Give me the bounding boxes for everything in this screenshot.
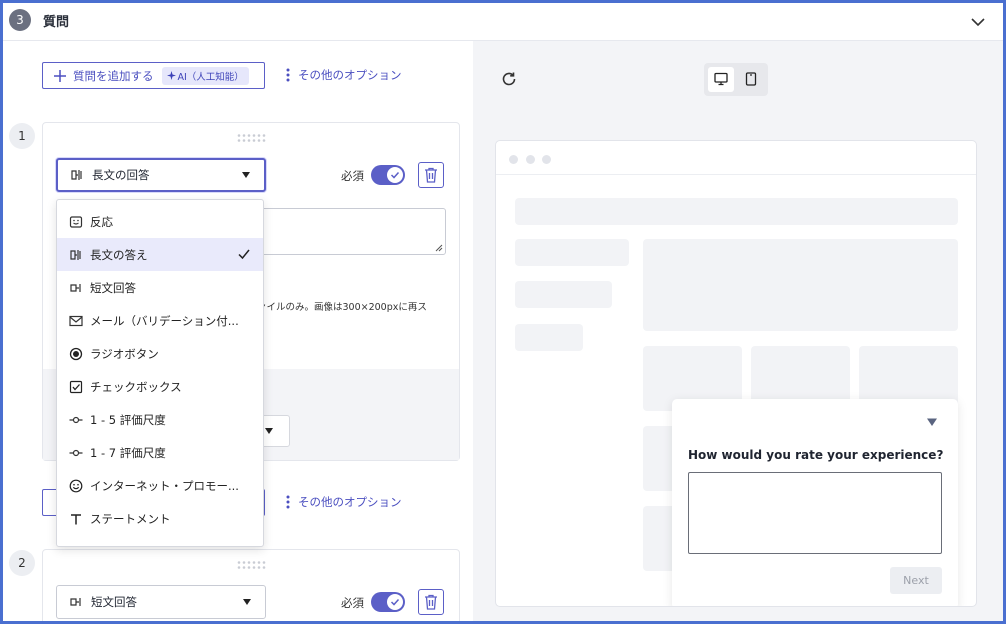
check-icon	[390, 171, 400, 179]
question-type-label: 長文の回答	[92, 168, 150, 182]
dropdown-item-label: 長文の答え	[90, 247, 148, 262]
dropdown-item-short-text[interactable]: 短文回答	[57, 271, 263, 304]
question-number-badge-2: 2	[9, 550, 35, 576]
long-text-icon	[71, 170, 82, 180]
dropdown-item-label: メール（バリデーション付...	[90, 313, 239, 328]
resize-grip-icon[interactable]	[435, 244, 443, 252]
skeleton-block	[515, 324, 583, 351]
long-text-icon	[70, 249, 81, 260]
question-type-select[interactable]: 長文の回答	[56, 158, 266, 192]
question-type-label-2: 短文回答	[91, 595, 137, 609]
add-question-label: 質問を追加する	[73, 68, 154, 83]
browser-mockup: How would you rate your experience? Next	[495, 140, 977, 607]
more-options-label: その他のオプション	[298, 68, 402, 82]
dropdown-item-nps[interactable]: インターネット・プロモー...	[57, 469, 263, 502]
image-helper-text: ァイルのみ。画像は300×200pxに再ス	[257, 302, 427, 313]
preview-panel: How would you rate your experience? Next	[473, 41, 1003, 621]
chevron-down-icon[interactable]	[969, 13, 987, 31]
check-icon	[390, 598, 400, 606]
dropdown-item-email[interactable]: メール（バリデーション付...	[57, 304, 263, 337]
dropdown-item-rating-5[interactable]: 1 - 5 評価尺度	[57, 403, 263, 436]
app-frame: 3 質問 質問を追加する AI（人工知能） その他のオプション 1 長文の回答 …	[0, 0, 1006, 624]
trash-icon	[425, 594, 437, 610]
device-toggle	[704, 63, 768, 96]
step-number-badge: 3	[9, 9, 31, 31]
sparkle-icon	[166, 71, 176, 80]
delete-question-button-2[interactable]	[418, 589, 444, 615]
dropdown-item-reaction[interactable]: 反応	[57, 205, 263, 238]
caret-down-icon	[265, 428, 273, 434]
question-text-input[interactable]	[247, 208, 446, 255]
refresh-icon[interactable]	[500, 70, 518, 88]
dropdown-item-label: インターネット・プロモー...	[90, 478, 239, 493]
dropdown-item-radio[interactable]: ラジオボタン	[57, 337, 263, 370]
collapse-triangle-icon[interactable]	[926, 417, 938, 427]
survey-popup: How would you rate your experience? Next	[672, 399, 958, 606]
skeleton-block	[643, 239, 958, 331]
mail-icon	[69, 315, 83, 326]
popup-question-text: How would you rate your experience?	[688, 448, 944, 462]
more-options-button[interactable]: その他のオプション	[286, 67, 402, 83]
dropdown-item-label: 1 - 5 評価尺度	[90, 412, 166, 427]
delete-question-button[interactable]	[418, 162, 444, 188]
rating-scale-icon	[69, 449, 83, 456]
dropdown-item-label: ステートメント	[90, 511, 171, 526]
caret-down-icon	[242, 172, 250, 178]
dropdown-item-label: ラジオボタン	[90, 346, 159, 361]
caret-down-icon	[243, 599, 251, 605]
drag-handle-icon[interactable]	[236, 560, 266, 570]
skeleton-block	[515, 281, 612, 308]
question-number-badge: 1	[9, 123, 35, 149]
mobile-icon	[745, 72, 757, 86]
popup-answer-input[interactable]	[688, 472, 942, 554]
section-title: 質問	[43, 15, 70, 30]
browser-toolbar	[496, 141, 976, 175]
short-text-icon	[70, 283, 81, 292]
dropdown-item-label: 1 - 7 評価尺度	[90, 445, 166, 460]
short-text-icon	[70, 598, 81, 606]
dropdown-item-checkbox[interactable]: チェックボックス	[57, 370, 263, 403]
dropdown-item-rating-7[interactable]: 1 - 7 評価尺度	[57, 436, 263, 469]
checkmark-icon	[238, 249, 250, 260]
skeleton-block	[515, 239, 629, 266]
question-card-2: 短文回答 必須	[42, 549, 460, 621]
required-toggle-2[interactable]	[371, 592, 405, 612]
ai-badge-label: AI（人工知能）	[177, 71, 244, 83]
dropdown-item-label: チェックボックス	[90, 379, 182, 394]
kebab-icon	[286, 495, 290, 509]
question-type-dropdown: 反応 長文の答え 短文回答 メール（バリデーション付... ラジオボタン チェッ…	[56, 199, 264, 547]
dropdown-item-label: 短文回答	[90, 280, 136, 295]
kebab-icon	[286, 68, 290, 82]
window-dot	[526, 155, 535, 164]
radio-icon	[69, 347, 83, 360]
window-dot	[542, 155, 551, 164]
checkbox-icon	[69, 380, 83, 393]
smile-icon	[69, 479, 83, 492]
rating-scale-icon	[69, 416, 83, 423]
next-button[interactable]: Next	[890, 567, 942, 594]
window-dot	[509, 155, 518, 164]
trash-icon	[425, 167, 437, 183]
plus-icon	[54, 69, 66, 82]
required-label: 必須	[341, 169, 364, 183]
editor-panel: 質問を追加する AI（人工知能） その他のオプション 1 長文の回答 必須 ァイ…	[3, 41, 473, 621]
text-t-icon	[71, 513, 81, 524]
mobile-view-button[interactable]	[738, 67, 764, 92]
section-header[interactable]: 3 質問	[3, 3, 1003, 41]
dropdown-item-long-text[interactable]: 長文の答え	[57, 238, 263, 271]
required-toggle[interactable]	[371, 165, 405, 185]
drag-handle-icon[interactable]	[236, 133, 266, 143]
desktop-icon	[714, 72, 728, 86]
reaction-icon	[69, 215, 83, 228]
dropdown-item-statement[interactable]: ステートメント	[57, 502, 263, 535]
add-question-button[interactable]: 質問を追加する AI（人工知能）	[42, 62, 265, 89]
required-label-2: 必須	[341, 596, 364, 610]
more-options-button-2[interactable]: その他のオプション	[286, 494, 402, 510]
dropdown-item-label: 反応	[90, 214, 113, 229]
ai-badge[interactable]: AI（人工知能）	[161, 66, 249, 85]
skeleton-block	[515, 198, 958, 225]
desktop-view-button[interactable]	[708, 67, 734, 92]
more-options-label-2: その他のオプション	[298, 495, 402, 509]
question-type-select-2[interactable]: 短文回答	[56, 585, 266, 619]
